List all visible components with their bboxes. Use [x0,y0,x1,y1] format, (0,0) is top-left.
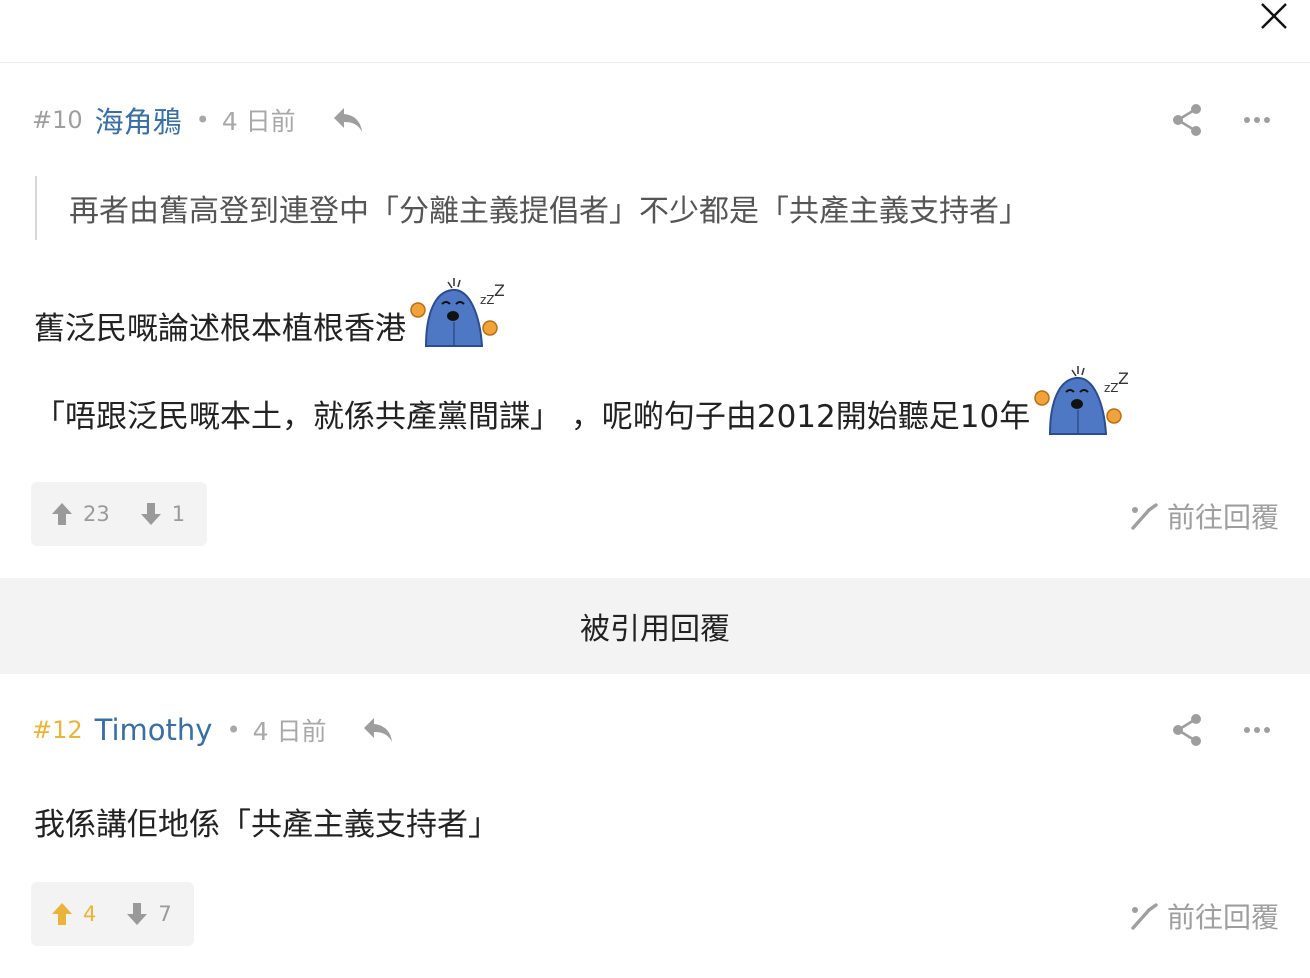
upvote-button[interactable]: 23 [51,502,110,526]
username-link[interactable]: 海角鴉 [95,99,182,141]
thumbs-up-arrow-icon [52,503,72,525]
thumbs-up-arrow-icon [52,903,72,925]
post-header: #12 Timothy • 4 日前 [32,710,396,750]
content-line: 「唔跟泛民嘅本土，就係共產黨間諜」 ，呢啲句子由2012開始聽足10年 zZ Z [34,356,1128,440]
header-actions [1152,710,1292,750]
content-line: 舊泛民嘅論述根本植根香港 zZ Z [34,268,504,352]
goto-reply-icon [1131,503,1158,530]
share-icon [1173,714,1201,746]
thumbs-down-arrow-icon [127,903,148,925]
quoted-text: 再者由舊高登到連登中「分離主義提倡者」不少都是「共產主義支持者」 [35,176,1029,240]
goto-reply-icon [1131,903,1158,930]
svg-text:zZ: zZ [1104,381,1119,395]
close-icon [1261,3,1287,29]
separator-dot: • [195,106,210,134]
vote-box: 23 1 [31,482,208,546]
floor-number: #12 [32,716,83,744]
more-button[interactable] [1222,100,1292,140]
upvote-count: 23 [83,502,110,526]
post-time: 4 日前 [252,717,327,746]
content-text: 我係講佢地係「共產主義支持者」 [34,807,499,843]
floor-number: #10 [32,106,83,134]
sleeping-sticker-icon: zZ Z [410,278,504,347]
content-text: 「唔跟泛民嘅本土，就係共產黨間諜」 ，呢啲句子由2012開始聽足10年 [34,399,1031,435]
reply-icon [364,718,393,742]
downvote-count: 7 [158,902,172,926]
svg-text:Z: Z [1118,369,1128,388]
downvote-button[interactable]: 1 [140,502,185,526]
post-header: #10 海角鴉 • 4 日前 [32,100,366,140]
content-line: 我係講佢地係「共產主義支持者」 [34,796,499,844]
svg-text:Z: Z [494,281,504,300]
upvote-count: 4 [83,902,97,926]
share-icon [1173,104,1201,136]
reply-button[interactable] [332,103,366,137]
top-bar [0,0,1310,63]
goto-reply-link[interactable]: 前往回覆 [1129,496,1279,536]
downvote-button[interactable]: 7 [126,902,172,926]
quoted-replies-section-title: 被引用回覆 [0,578,1310,674]
upvote-button[interactable]: 4 [51,902,96,926]
sleeping-sticker-icon: zZ Z [1034,366,1128,435]
share-button[interactable] [1152,710,1222,750]
svg-text:zZ: zZ [480,293,495,307]
thumbs-down-arrow-icon [140,503,161,525]
share-button[interactable] [1152,100,1222,140]
vote-box: 4 7 [31,882,194,946]
more-icon [1244,727,1270,733]
reply-icon [333,108,362,132]
close-button[interactable] [1254,0,1294,32]
more-icon [1244,117,1270,123]
post-time: 4 日前 [221,107,296,136]
username-link[interactable]: Timothy [95,713,213,747]
goto-reply-label: 前往回覆 [1166,901,1279,934]
goto-reply-label: 前往回覆 [1166,501,1279,534]
more-button[interactable] [1222,710,1292,750]
downvote-count: 1 [171,502,186,526]
content-text: 舊泛民嘅論述根本植根香港 [34,311,406,347]
separator-dot: • [226,716,241,744]
header-actions [1152,100,1292,140]
goto-reply-link[interactable]: 前往回覆 [1129,896,1279,936]
reply-button[interactable] [362,713,396,747]
